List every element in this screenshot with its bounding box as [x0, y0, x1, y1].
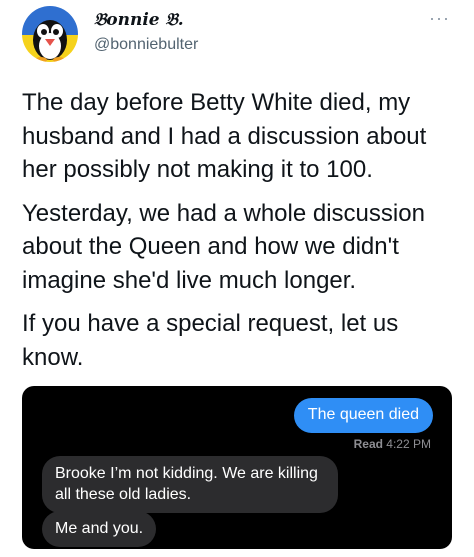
more-options-icon[interactable]: ··· [429, 8, 450, 29]
read-time: 4:22 PM [386, 437, 431, 451]
attached-message-screenshot[interactable]: The queen died Read 4:22 PM Brooke I’m n… [22, 386, 452, 549]
avatar[interactable] [22, 6, 78, 62]
read-label: Read [353, 437, 383, 451]
penguin-avatar-icon [33, 20, 67, 62]
received-message-bubble: Brooke I’m not kidding. We are killing a… [42, 456, 338, 513]
tweet-paragraph: If you have a special request, let us kn… [22, 310, 399, 371]
tweet-header: 𝔅onnie 𝔅. @bonniebulter ··· [22, 6, 454, 62]
tweet-paragraph: Yesterday, we had a whole discussion abo… [22, 199, 425, 294]
received-message-bubble: Me and you. [42, 511, 157, 547]
read-receipt: Read 4:22 PM [354, 437, 431, 451]
author-handle[interactable]: @bonniebulter [94, 36, 198, 54]
tweet-paragraph: The day before Betty White died, my husb… [22, 89, 427, 183]
tweet-text: The day before Betty White died, my husb… [22, 86, 454, 384]
author-display-name[interactable]: 𝔅onnie 𝔅. [94, 10, 184, 30]
sent-message-bubble: The queen died [293, 398, 433, 433]
